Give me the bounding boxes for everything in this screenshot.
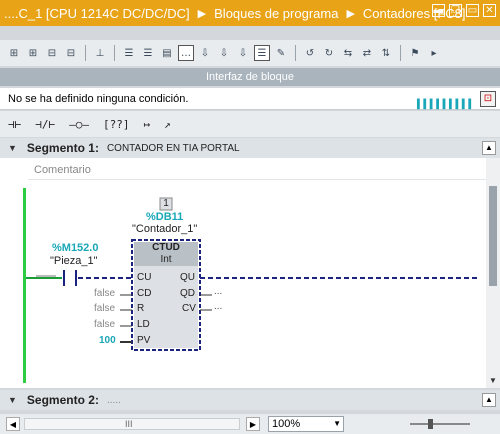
list-icon[interactable]: ☰ (121, 45, 137, 61)
breadcrumb-cpu[interactable]: ....C_1 [CPU 1214C DC/DC/DC] (4, 6, 190, 21)
scroll-right-icon[interactable]: ▶ (246, 417, 260, 431)
toolbar-divider (114, 45, 115, 61)
no-contact-icon[interactable]: ⊣⊢ (6, 118, 23, 131)
pin-pv: PV (137, 335, 151, 346)
comment-icon[interactable]: … (178, 45, 194, 61)
pin-cv: CV (182, 303, 196, 314)
contact-address[interactable]: %M152.0 (52, 242, 98, 254)
scroll-down-icon[interactable]: ▼ (486, 374, 500, 388)
breadcrumb-separator-icon: ▶ (346, 7, 355, 20)
maximize-button[interactable]: ▭ (466, 4, 479, 17)
pin-ld: LD (137, 319, 150, 330)
coil-icon[interactable]: –○– (67, 118, 91, 131)
block-instance-name[interactable]: "Contador_1" (132, 223, 197, 235)
toolbar-divider (85, 45, 86, 61)
go-icon[interactable]: ⇅ (378, 45, 394, 61)
pin-qd: QD (180, 288, 195, 299)
go-icon[interactable]: ⇆ (340, 45, 356, 61)
list-icon[interactable]: ▤ (159, 45, 175, 61)
input-value-pv[interactable]: 100 (99, 335, 116, 346)
go-icon[interactable]: ↻ (321, 45, 337, 61)
block-db-address[interactable]: %DB11 (146, 211, 183, 223)
list-icon[interactable]: ☰ (140, 45, 156, 61)
network-icon[interactable]: ⊞ (6, 45, 22, 61)
zoom-value: 100% (272, 418, 301, 430)
network-icon[interactable]: ⊟ (63, 45, 79, 61)
edit-icon[interactable]: ✎ (273, 45, 289, 61)
download-icon[interactable]: ⇩ (197, 45, 213, 61)
go-icon[interactable]: ↺ (302, 45, 318, 61)
segment-title: Segmento 2: (26, 393, 99, 407)
close-branch-icon[interactable]: ↗ (162, 118, 173, 131)
input-value-cd[interactable]: false (94, 288, 115, 299)
ladder-canvas[interactable]: Comentario 1 %DB11 "Contador_1" CTUD Int (0, 158, 486, 388)
vertical-scrollbar[interactable]: ▼ (486, 158, 500, 388)
nc-contact-icon[interactable]: ⊣/⊢ (33, 118, 57, 131)
breadcrumb-program-blocks[interactable]: Bloques de programa (214, 6, 338, 21)
condition-bar: No se ha definido ninguna condición. ▐▐▐… (0, 88, 500, 110)
empty-box-icon[interactable]: [??] (101, 118, 132, 131)
input-value-r[interactable]: false (94, 303, 115, 314)
scroll-up-icon[interactable]: ▲ (482, 141, 496, 155)
collapse-icon[interactable]: ▼ (8, 395, 17, 405)
power-rail (23, 188, 26, 383)
ladder-diagram (23, 188, 480, 383)
block-number: 1 (163, 198, 169, 209)
collapse-icon[interactable]: ▼ (8, 143, 17, 153)
ladder-instruction-bar: ⊣⊢ ⊣/⊢ –○– [??] ↦ ↗ (0, 111, 500, 137)
segment-name[interactable]: CONTADOR EN TIA PORTAL (107, 143, 240, 154)
scroll-thumb[interactable] (489, 186, 497, 286)
close-button[interactable]: ✕ (483, 4, 496, 17)
editor-toolbar: ⊞ ⊞ ⊟ ⊟ ⊥ ☰ ☰ ▤ … ⇩ ⇩ ⇩ ☰ ✎ ↺ ↻ ⇆ ⇄ ⇅ ⚑ … (0, 40, 500, 66)
zoom-select[interactable]: 100% ▼ (268, 416, 344, 432)
contact-tag[interactable]: "Pieza_1" (50, 255, 98, 267)
breadcrumb-separator-icon: ▶ (197, 7, 207, 20)
segment-comment[interactable]: ..... (107, 395, 121, 406)
scroll-up-icon[interactable]: ▲ (482, 393, 496, 407)
more-icon[interactable]: ▸ (426, 45, 442, 61)
network-icon[interactable]: ⊟ (44, 45, 60, 61)
toolbar-divider (295, 45, 296, 61)
pin-cu: CU (137, 272, 152, 283)
toolbar-divider (400, 45, 401, 61)
pin-cd: CD (137, 288, 152, 299)
go-icon[interactable]: ⇄ (359, 45, 375, 61)
output-value-cv[interactable]: ... (214, 301, 222, 312)
scroll-grip-icon[interactable]: III (125, 419, 133, 429)
input-value-ld[interactable]: false (94, 319, 115, 330)
restore-button[interactable]: ❐ (449, 4, 462, 17)
minimize-button[interactable]: ▬ (432, 4, 445, 17)
zoom-slider-knob[interactable] (428, 419, 433, 429)
condition-text: No se ha definido ninguna condición. (8, 93, 189, 105)
list-icon[interactable]: ☰ (254, 45, 270, 61)
block-interface-bar[interactable]: Interfaz de bloque (0, 68, 500, 86)
zoom-slider[interactable] (410, 419, 470, 429)
scroll-left-icon[interactable]: ◀ (6, 417, 20, 431)
block-type: CTUD (152, 242, 180, 253)
output-value-qd[interactable]: ... (214, 286, 222, 297)
segment-2-header[interactable]: ▼ Segmento 2: ..... ▲ (0, 390, 500, 410)
status-bar: ◀ III ▶ 100% ▼ (0, 414, 500, 434)
segment-1-header[interactable]: ▼ Segmento 1: CONTADOR EN TIA PORTAL ▲ (0, 138, 500, 158)
horizontal-scrollbar[interactable]: III (24, 418, 240, 430)
pin-r: R (137, 303, 145, 314)
download-icon[interactable]: ⇩ (216, 45, 232, 61)
chevron-down-icon[interactable]: ▼ (333, 417, 341, 431)
block-datatype[interactable]: Int (134, 254, 198, 265)
monitor-icon[interactable]: ⊡ (480, 91, 496, 107)
download-icon[interactable]: ⇩ (235, 45, 251, 61)
network-icon[interactable]: ⊞ (25, 45, 41, 61)
pin-icon[interactable]: ⊥ (92, 45, 108, 61)
flag-icon[interactable]: ⚑ (407, 45, 423, 61)
segment-title: Segmento 1: (26, 141, 99, 155)
pin-qu: QU (180, 272, 195, 283)
title-bar: ....C_1 [CPU 1214C DC/DC/DC] ▶ Bloques d… (0, 0, 500, 26)
open-branch-icon[interactable]: ↦ (142, 118, 153, 131)
